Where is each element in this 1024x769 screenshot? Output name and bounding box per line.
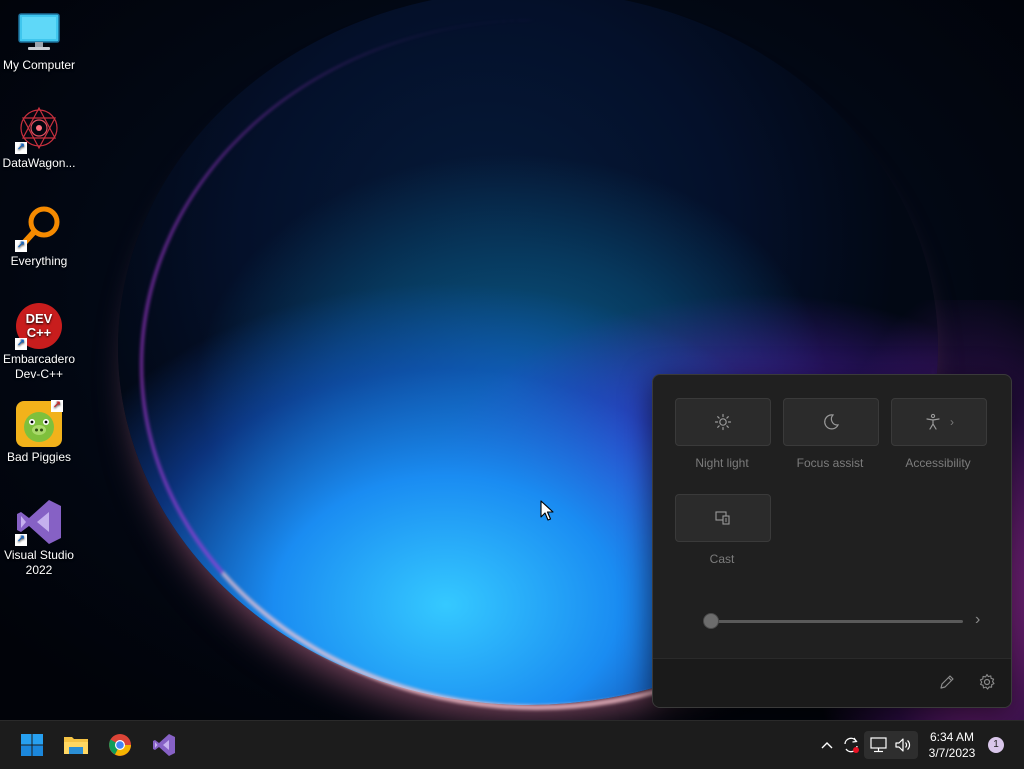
- focus-assist-label: Focus assist: [796, 456, 864, 470]
- brightness-slider-thumb[interactable]: [703, 613, 719, 629]
- chevron-up-icon[interactable]: [817, 735, 837, 755]
- desktop-icon-label: Bad Piggies: [6, 450, 72, 464]
- visual-studio-icon: ↗: [15, 498, 63, 546]
- file-explorer-button[interactable]: [60, 729, 92, 761]
- pencil-icon[interactable]: [938, 673, 956, 691]
- cast-toggle[interactable]: [675, 494, 771, 542]
- chrome-button[interactable]: [104, 729, 136, 761]
- quick-settings-footer: [653, 658, 1011, 707]
- visual-studio-icon: [153, 734, 175, 756]
- file-explorer-icon: [64, 737, 88, 754]
- accessibility-label: Accessibility: [905, 456, 971, 470]
- night-light-label: Night light: [695, 456, 749, 470]
- chevron-right-icon[interactable]: ›: [975, 611, 980, 629]
- moon-icon: [824, 414, 840, 430]
- mouse-cursor-icon: [540, 500, 554, 521]
- desktop-icon-datawagon[interactable]: ↗ DataWagon...: [0, 106, 78, 171]
- sync-icon[interactable]: [841, 735, 861, 755]
- shortcut-arrow-icon: ↗: [15, 142, 27, 154]
- desktop-icon-label: Visual Studio 2022: [4, 548, 74, 577]
- magnifier-icon: ↗: [15, 204, 63, 252]
- desktop-icon-devcpp[interactable]: DEV C++ ↗ Embarcadero Dev-C++: [0, 302, 78, 382]
- focus-assist-toggle[interactable]: [783, 398, 879, 446]
- volume-icon: [895, 738, 911, 752]
- clock-date: 3/7/2023: [928, 746, 976, 760]
- shortcut-arrow-icon: ↗: [15, 338, 27, 350]
- shortcut-arrow-icon: ↗: [51, 400, 63, 412]
- svg-text:DEV: DEV: [26, 311, 53, 326]
- desktop-icon-label: My Computer: [2, 58, 76, 72]
- desktop-icon-everything[interactable]: ↗ Everything: [0, 204, 78, 269]
- cast-icon: [715, 511, 730, 525]
- start-button[interactable]: [16, 729, 48, 761]
- brightness-slider-track[interactable]: [711, 620, 963, 623]
- monitor-icon: [15, 8, 63, 56]
- night-light-toggle[interactable]: [675, 398, 771, 446]
- desktop-icon-label: Everything: [10, 254, 68, 268]
- tray-quick-settings-button[interactable]: [864, 731, 918, 759]
- bad-piggies-icon: ↗: [15, 400, 63, 448]
- desktop-icon-my-computer[interactable]: My Computer: [0, 8, 78, 73]
- accessibility-toggle[interactable]: ›: [891, 398, 987, 446]
- chrome-icon: [109, 734, 131, 756]
- desktop-icon-label: DataWagon...: [2, 156, 76, 170]
- desktop-icon-bad-piggies[interactable]: ↗ Bad Piggies: [0, 400, 78, 465]
- taskbar-clock[interactable]: 6:34 AM 3/7/2023: [920, 729, 984, 761]
- quick-settings-panel: Night light Focus assist › Accessibility…: [652, 374, 1012, 708]
- desktop-icon-label: Embarcadero Dev-C++: [2, 352, 76, 381]
- visual-studio-taskbar-button[interactable]: [148, 729, 180, 761]
- devcpp-icon: DEV C++ ↗: [15, 302, 63, 350]
- brightness-icon: [714, 413, 732, 431]
- notification-badge[interactable]: 1: [988, 737, 1004, 753]
- desktop-icon-visual-studio[interactable]: ↗ Visual Studio 2022: [0, 498, 78, 578]
- datawagon-icon: ↗: [15, 106, 63, 154]
- shortcut-arrow-icon: ↗: [15, 240, 27, 252]
- chevron-right-icon: ›: [950, 415, 954, 429]
- taskbar: 6:34 AM 3/7/2023 1: [0, 720, 1024, 769]
- cast-label: Cast: [709, 552, 735, 566]
- clock-time: 6:34 AM: [929, 730, 975, 744]
- accessibility-icon: [926, 413, 940, 430]
- svg-text:C++: C++: [27, 325, 52, 340]
- shortcut-arrow-icon: ↗: [15, 534, 27, 546]
- network-icon: [870, 737, 887, 753]
- start-icon: [21, 734, 43, 756]
- gear-icon[interactable]: [978, 673, 996, 691]
